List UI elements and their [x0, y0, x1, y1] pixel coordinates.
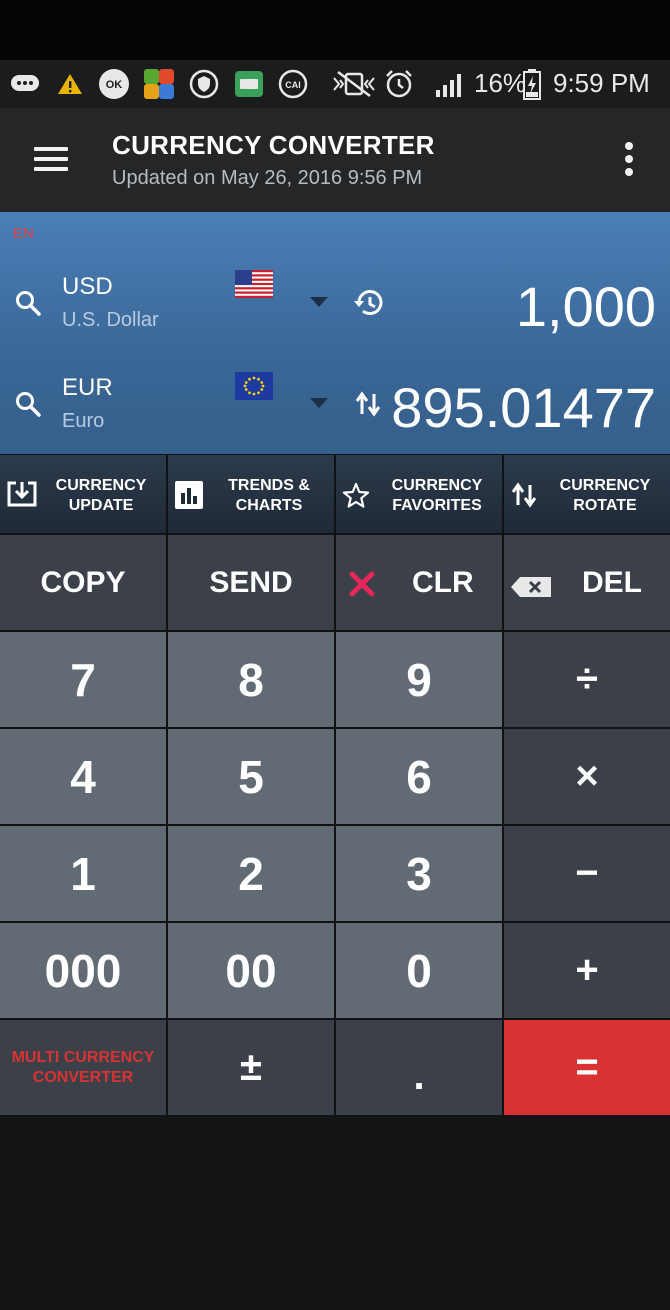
multi-currency-converter-button[interactable]: MULTI CURRENCY CONVERTER — [0, 1020, 166, 1115]
from-dropdown-icon[interactable] — [310, 297, 328, 307]
vibrate-icon — [332, 70, 376, 98]
delete-button[interactable]: DEL — [504, 535, 670, 630]
action-toolbar: CURRENCY UPDATE TRENDS & CHARTS CURRENCY… — [0, 455, 670, 533]
battery-percent: 16% — [474, 68, 527, 98]
plus-minus-button[interactable]: ± — [168, 1020, 334, 1115]
currency-favorites-label-2: FAVORITES — [392, 497, 482, 514]
from-amount[interactable]: 1,000 — [516, 274, 656, 339]
equals-button[interactable]: = — [504, 1020, 670, 1115]
clear-x-icon — [349, 571, 375, 605]
svg-text:OK: OK — [106, 79, 123, 91]
history-icon[interactable] — [352, 288, 384, 323]
swap-icon — [510, 481, 538, 514]
bar-chart-icon — [174, 480, 204, 515]
language-label[interactable]: EN — [13, 225, 34, 242]
to-dropdown-icon[interactable] — [310, 398, 328, 408]
to-currency-code[interactable]: EUR — [62, 374, 113, 402]
download-icon — [6, 480, 38, 513]
vpn-shield-icon — [189, 69, 219, 99]
add-button[interactable]: + — [504, 923, 670, 1018]
currency-rotate-label-1: CURRENCY — [559, 477, 651, 494]
clock-time: 9:59 PM — [553, 68, 650, 98]
key-2[interactable]: 2 — [168, 826, 334, 921]
key-9[interactable]: 9 — [336, 632, 502, 727]
multiply-button[interactable]: × — [504, 729, 670, 824]
trends-charts-label-1: TRENDS & — [228, 477, 310, 494]
ok-app-icon: OK — [98, 69, 130, 99]
decimal-button[interactable]: . — [336, 1020, 502, 1115]
key-5[interactable]: 5 — [168, 729, 334, 824]
currency-update-label-2: UPDATE — [68, 497, 134, 514]
backspace-icon — [510, 572, 552, 606]
from-search-icon[interactable] — [14, 289, 42, 322]
currency-favorites-button[interactable]: CURRENCY FAVORITES — [336, 455, 502, 533]
multi-currency-label-1: MULTI CURRENCY — [11, 1048, 155, 1066]
from-currency-name: U.S. Dollar — [62, 309, 159, 331]
trends-charts-button[interactable]: TRENDS & CHARTS — [168, 455, 334, 533]
top-black-band — [0, 0, 670, 60]
key-4[interactable]: 4 — [0, 729, 166, 824]
currency-rotate-label-2: ROTATE — [573, 497, 637, 514]
warning-icon — [57, 70, 83, 98]
key-8[interactable]: 8 — [168, 632, 334, 727]
star-icon — [342, 482, 370, 513]
messages-icon — [10, 70, 40, 98]
divide-button[interactable]: ÷ — [504, 632, 670, 727]
key-00[interactable]: 00 — [168, 923, 334, 1018]
updated-timestamp: Updated on May 26, 2016 9:56 PM — [112, 167, 423, 189]
swap-currencies-icon[interactable] — [354, 390, 382, 423]
currency-update-label-1: CURRENCY — [55, 477, 147, 494]
more-options-icon[interactable] — [612, 138, 646, 180]
subtract-button[interactable]: − — [504, 826, 670, 921]
key-0[interactable]: 0 — [336, 923, 502, 1018]
keyboard-icon — [234, 70, 264, 98]
clear-button[interactable]: CLR — [336, 535, 502, 630]
menu-icon[interactable] — [30, 138, 72, 180]
clear-label: CLR — [412, 566, 474, 599]
status-bar: OK CAI 16% 9:59 PM — [0, 60, 670, 108]
to-currency-name: Euro — [62, 410, 105, 432]
from-currency-code[interactable]: USD — [62, 273, 113, 301]
key-6[interactable]: 6 — [336, 729, 502, 824]
alarm-icon — [384, 70, 414, 98]
copy-button[interactable]: COPY — [0, 535, 166, 630]
to-search-icon[interactable] — [14, 390, 42, 423]
eu-flag-icon — [235, 372, 273, 405]
to-amount: 895.01477 — [391, 376, 656, 439]
cai-app-icon: CAI — [278, 69, 308, 99]
delete-label: DEL — [582, 566, 642, 599]
key-000[interactable]: 000 — [0, 923, 166, 1018]
currency-rotate-button[interactable]: CURRENCY ROTATE — [504, 455, 670, 533]
multi-currency-label-2: CONVERTER — [32, 1068, 134, 1086]
currency-update-button[interactable]: CURRENCY UPDATE — [0, 455, 166, 533]
key-7[interactable]: 7 — [0, 632, 166, 727]
page-title: CURRENCY CONVERTER — [112, 130, 435, 160]
us-flag-icon — [235, 270, 273, 303]
battery-icon — [521, 69, 543, 100]
money-app-icon — [143, 69, 175, 99]
key-3[interactable]: 3 — [336, 826, 502, 921]
currency-favorites-label-1: CURRENCY — [391, 477, 483, 494]
signal-icon — [434, 70, 466, 98]
svg-text:CAI: CAI — [285, 80, 301, 90]
key-1[interactable]: 1 — [0, 826, 166, 921]
bottom-empty-area — [0, 1117, 670, 1310]
trends-charts-label-2: CHARTS — [235, 497, 303, 514]
send-button[interactable]: SEND — [168, 535, 334, 630]
